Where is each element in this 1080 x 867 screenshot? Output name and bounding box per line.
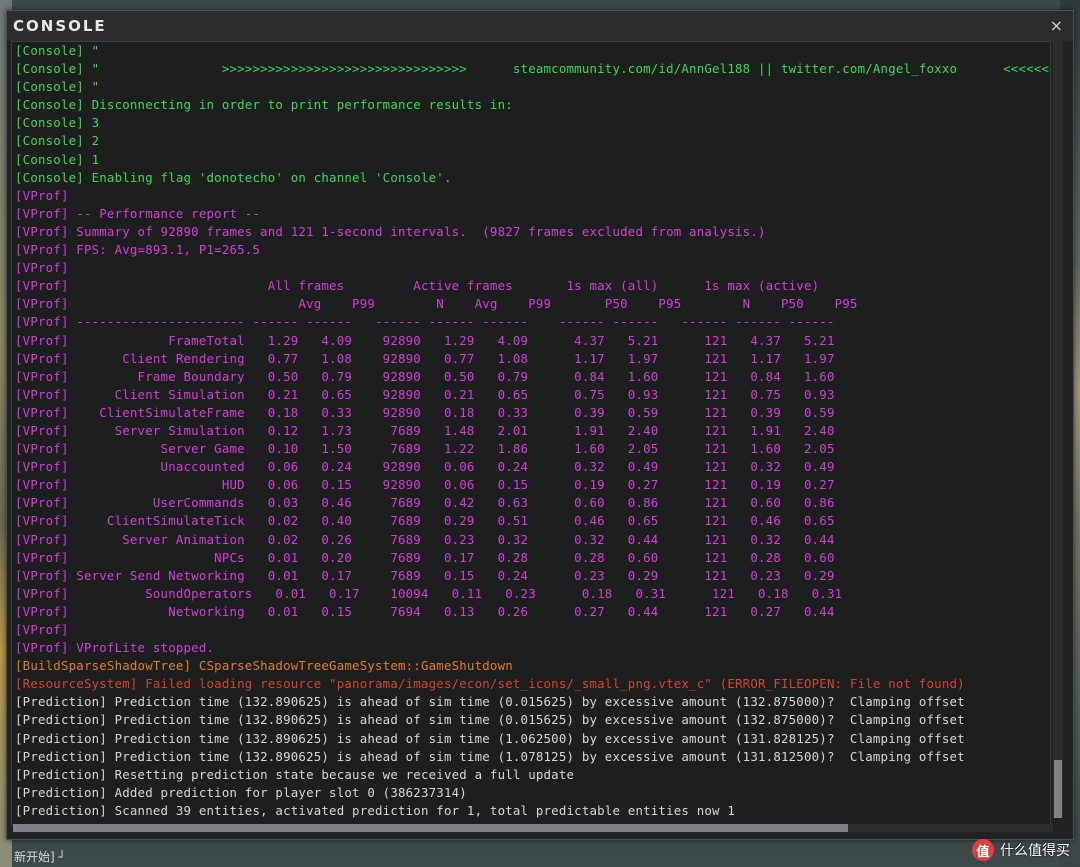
console-line: [VProf] — [15, 187, 69, 203]
console-line: [VProf] Server Game 0.10 1.50 7689 1.22 … — [15, 441, 835, 457]
console-line: [VProf] — [15, 260, 69, 276]
console-line: [Prediction] Added prediction for player… — [15, 784, 467, 800]
console-line: [VProf] All frames Active frames 1s max … — [15, 278, 820, 294]
console-line: [Console] Disconnecting in order to prin… — [15, 97, 513, 113]
console-line: [VProf] Frame Boundary 0.50 0.79 92890 0… — [15, 368, 835, 384]
background-bottom-text: 新开始] ┘ — [14, 850, 66, 864]
console-line: [VProf] — [15, 622, 69, 637]
console-line: [VProf] Client Rendering 0.77 1.08 92890… — [15, 350, 835, 366]
console-line: [VProf] Server Simulation 0.12 1.73 7689… — [15, 422, 835, 438]
console-line: [Console] 1 — [15, 151, 100, 167]
console-line: [VProf] ---------------------- ------ --… — [15, 314, 835, 330]
console-line: [VProf] -- Performance report -- — [15, 205, 261, 221]
console-title: CONSOLE — [13, 17, 107, 35]
console-line: [Prediction] Prediction time (132.890625… — [15, 748, 965, 764]
horizontal-scrollbar[interactable] — [13, 824, 1053, 832]
console-window: CONSOLE × [Console] " [Console] " >>>>>>>… — [6, 10, 1074, 840]
console-line: [Prediction] Prediction time (132.890625… — [15, 730, 965, 746]
console-line: [ResourceSystem] Failed loading resource… — [15, 676, 965, 692]
vertical-scrollbar-thumb[interactable] — [1054, 760, 1062, 818]
console-line: [Console] Enabling flag 'donotecho' on c… — [15, 169, 452, 185]
console-line: [VProf] Networking 0.01 0.15 7694 0.13 0… — [15, 603, 835, 619]
console-line: [Console] 2 — [15, 133, 100, 149]
console-line: [Console] " — [15, 43, 100, 58]
horizontal-scrollbar-thumb[interactable] — [13, 824, 848, 832]
console-line: [VProf] NPCs 0.01 0.20 7689 0.17 0.28 0.… — [15, 549, 835, 565]
console-line: [VProf] ClientSimulateTick 0.02 0.40 768… — [15, 513, 835, 529]
console-line: [VProf] Summary of 92890 frames and 121 … — [15, 223, 766, 239]
console-line: [VProf] Unaccounted 0.06 0.24 92890 0.06… — [15, 459, 835, 475]
console-line: [VProf] Server Send Networking 0.01 0.17… — [15, 567, 835, 583]
console-line: [VProf] HUD 0.06 0.15 92890 0.06 0.15 0.… — [15, 477, 835, 493]
console-line: [VProf] Client Simulation 0.21 0.65 9289… — [15, 386, 835, 402]
console-line: [Prediction] Scanned 39 entities, activa… — [15, 802, 736, 818]
watermark-logo-icon: 值 — [972, 839, 994, 861]
console-output[interactable]: [Console] " [Console] " >>>>>>>>>>>>>>>>>… — [11, 41, 1051, 826]
vertical-scrollbar[interactable] — [1053, 38, 1063, 818]
console-line: [Console] " >>>>>>>>>>>>>>>>>>>>>>>>>>>>… — [15, 61, 1051, 77]
console-line: [Console] 3 — [15, 115, 100, 131]
console-line: [VProf] FrameTotal 1.29 4.09 92890 1.29 … — [15, 332, 835, 348]
console-lines: [Console] " [Console] " >>>>>>>>>>>>>>>>>… — [15, 42, 1051, 820]
console-line: [Prediction] Prediction time (132.890625… — [15, 712, 965, 728]
console-line: [VProf] Server Animation 0.02 0.26 7689 … — [15, 531, 835, 547]
console-line: [VProf] Avg P99 N Avg P99 P50 P95 N P50 … — [15, 296, 858, 312]
console-line: [VProf] SoundOperators 0.01 0.17 10094 0… — [15, 585, 843, 601]
console-line: [Console] " — [15, 79, 100, 95]
console-line: [BuildSparseShadowTree] CSparseShadowTre… — [15, 658, 513, 674]
watermark-text: 什么值得买 — [1000, 843, 1070, 859]
close-icon[interactable]: × — [1050, 16, 1063, 35]
console-line: [VProf] UserCommands 0.03 0.46 7689 0.42… — [15, 495, 835, 511]
console-line: [Prediction] Prediction time (132.890625… — [15, 694, 965, 710]
console-line: [VProf] ClientSimulateFrame 0.18 0.33 92… — [15, 404, 835, 420]
console-line: [Prediction] Resetting prediction state … — [15, 766, 575, 782]
console-line: [VProf] VProfLite stopped. — [15, 640, 215, 656]
watermark: 值 什么值得买 — [972, 839, 1070, 861]
console-titlebar[interactable]: CONSOLE × — [7, 11, 1073, 41]
console-line: [VProf] FPS: Avg=893.1, P1=265.5 — [15, 242, 261, 258]
